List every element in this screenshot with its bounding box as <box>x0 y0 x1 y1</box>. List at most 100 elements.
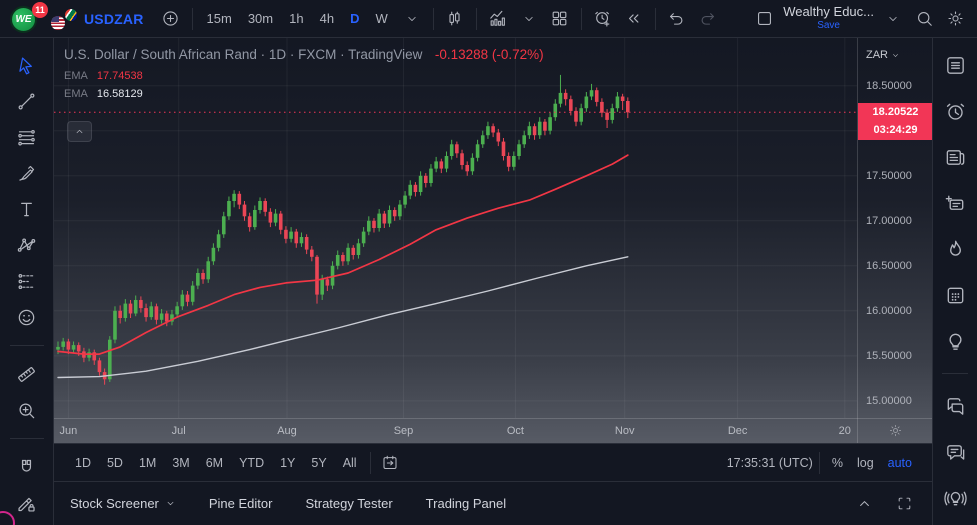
panel-expand-chevron-up-icon[interactable] <box>852 492 876 516</box>
indicator-label: EMA <box>64 88 88 100</box>
chart-style-icon[interactable] <box>441 5 469 33</box>
emoji-tool-emoji-icon[interactable] <box>13 303 41 331</box>
save-button[interactable]: Save <box>817 20 840 32</box>
trend-line-tool-trend-line-icon[interactable] <box>13 87 41 115</box>
tab-label: Trading Panel <box>425 496 507 511</box>
range-1M[interactable]: 1M <box>132 452 163 474</box>
range-buttons: 1D 5D 1M 3M 6M YTD 1Y 5Y All <box>68 452 364 474</box>
bar-replay-icon[interactable] <box>620 5 648 33</box>
pattern-tool-xabcd-icon[interactable] <box>13 231 41 259</box>
tab-trading-panel[interactable]: Trading Panel <box>426 496 506 511</box>
go-to-date-icon[interactable] <box>377 450 403 476</box>
range-All[interactable]: All <box>336 452 364 474</box>
alerts-alarm-icon[interactable] <box>942 98 968 124</box>
symbol-description[interactable]: U.S. Dollar / South African Rand · 1D · … <box>64 47 422 62</box>
public-chats-chat-double-icon[interactable] <box>942 393 968 419</box>
panel-fullscreen-icon[interactable] <box>892 492 916 516</box>
symbol-search-button[interactable]: USDZAR <box>84 11 144 27</box>
intervals-chevron-down-icon[interactable] <box>398 5 426 33</box>
chart-bottom-toolbar: 1D 5D 1M 3M 6M YTD 1Y 5Y All 17:35:31 (UTC) % lo… <box>54 443 932 482</box>
indicators-chevron-down-icon[interactable] <box>515 5 543 33</box>
tab-strategy-tester[interactable]: Strategy Tester <box>305 496 392 511</box>
symbol-flags <box>51 7 78 30</box>
time-tick: Nov <box>614 425 635 437</box>
tradingview-app: WE 11 USDZAR 15m 30m 1h 4h D W Wealthy Educ..… <box>0 0 977 525</box>
range-1D[interactable]: 1D <box>68 452 98 474</box>
interval-W[interactable]: W <box>368 7 394 30</box>
interval-30m[interactable]: 30m <box>241 7 280 30</box>
brush-tool-brush-icon[interactable] <box>13 159 41 187</box>
drawing-lock-tool-pencil-lock-icon[interactable] <box>13 489 41 517</box>
search-icon[interactable] <box>910 5 938 33</box>
layout-select-icon[interactable] <box>750 5 778 33</box>
fib-retracement-tool-fib-icon[interactable] <box>13 123 41 151</box>
news-news-icon[interactable] <box>942 144 968 170</box>
range-5D[interactable]: 5D <box>100 452 130 474</box>
range-3M[interactable]: 3M <box>165 452 196 474</box>
toolbar-divider <box>475 7 477 30</box>
ideas-bulb-icon[interactable] <box>942 328 968 354</box>
undo-icon[interactable] <box>663 5 691 33</box>
calendar-calendar-icon[interactable] <box>942 282 968 308</box>
watchlist-watchlist-icon[interactable] <box>942 52 968 78</box>
create-alert-icon[interactable] <box>589 5 617 33</box>
layout-chevron-down-icon[interactable] <box>879 5 907 33</box>
last-price-badge: 18.20522 03:24:29 <box>858 103 933 141</box>
range-YTD[interactable]: YTD <box>232 452 271 474</box>
toolbar-divider <box>818 451 820 474</box>
toolbar-divider <box>369 451 371 474</box>
price-scale[interactable]: ZAR 18.50000 17.50000 17.00000 16.50000 16.0… <box>857 38 933 418</box>
interval-buttons: 15m 30m 1h 4h D W <box>200 7 395 30</box>
cursor-tool-cursor-icon[interactable] <box>13 51 41 79</box>
interval-4h[interactable]: 4h <box>313 7 341 30</box>
range-1Y[interactable]: 1Y <box>273 452 302 474</box>
price-tick: 16.50000 <box>866 259 912 272</box>
tab-pine-editor[interactable]: Pine Editor <box>209 496 273 511</box>
tab-stock-screener[interactable]: Stock Screener <box>70 496 176 511</box>
badge-price: 18.20522 <box>872 106 919 119</box>
indicator-value: 16.58129 <box>96 88 143 100</box>
us-flag-icon <box>51 15 65 30</box>
time-tick: Jun <box>59 425 78 437</box>
indicators-icon[interactable] <box>484 5 512 33</box>
sidebar-divider <box>942 373 968 374</box>
layout-name-menu[interactable]: Wealthy Educ... Save <box>783 4 874 32</box>
auto-scale-button[interactable]: auto <box>882 453 918 473</box>
settings-gear-icon[interactable] <box>941 5 969 33</box>
text-tool-text-icon[interactable] <box>13 195 41 223</box>
magnet-tool-magnet-icon[interactable] <box>13 453 41 481</box>
layout-grid-icon[interactable] <box>546 5 574 33</box>
user-menu-button[interactable]: WE 11 <box>10 1 48 34</box>
range-6M[interactable]: 6M <box>199 452 230 474</box>
price-scale-currency[interactable]: ZAR <box>866 49 900 61</box>
legend-indicator-row[interactable]: EMA 17.74538 <box>64 70 544 82</box>
clock-utc[interactable]: 17:35:31 (UTC) <box>727 456 813 470</box>
redo-icon[interactable] <box>694 5 722 33</box>
legend-collapse-button[interactable] <box>67 121 92 142</box>
log-scale-button[interactable]: log <box>851 453 880 473</box>
currency-chevron-down-icon <box>891 51 900 60</box>
text-notes-add-note-icon[interactable] <box>942 190 968 216</box>
zoom-in-tool-zoom-in-icon[interactable] <box>13 396 41 424</box>
percent-scale-button[interactable]: % <box>826 453 849 473</box>
scales-settings-gear-icon[interactable] <box>857 418 932 443</box>
hotlists-flame-icon[interactable] <box>942 236 968 262</box>
forecast-tool-forecast-icon[interactable] <box>13 267 41 295</box>
price-tick: 16.00000 <box>866 304 912 317</box>
private-chats-chat-lines-icon[interactable] <box>942 439 968 465</box>
interval-D[interactable]: D <box>343 7 366 30</box>
time-tick: Aug <box>277 425 297 437</box>
ideas-stream-broadcast-icon[interactable] <box>942 485 968 511</box>
price-tick: 15.50000 <box>866 349 912 362</box>
interval-1h[interactable]: 1h <box>282 7 310 30</box>
compare-add-icon[interactable] <box>157 5 185 33</box>
range-5Y[interactable]: 5Y <box>304 452 333 474</box>
measure-tool-ruler-icon[interactable] <box>13 360 41 388</box>
price-tick: 15.00000 <box>866 394 912 407</box>
legend-indicator-row[interactable]: EMA 16.58129 <box>64 88 544 100</box>
notification-badge: 11 <box>32 1 48 18</box>
time-axis[interactable]: Jun Jul Aug Sep Oct Nov Dec 20 <box>54 418 932 443</box>
legend-title-row[interactable]: U.S. Dollar / South African Rand · 1D · … <box>64 46 544 64</box>
top-toolbar: WE 11 USDZAR 15m 30m 1h 4h D W Wealthy Educ..… <box>0 0 977 38</box>
interval-15m[interactable]: 15m <box>200 7 239 30</box>
